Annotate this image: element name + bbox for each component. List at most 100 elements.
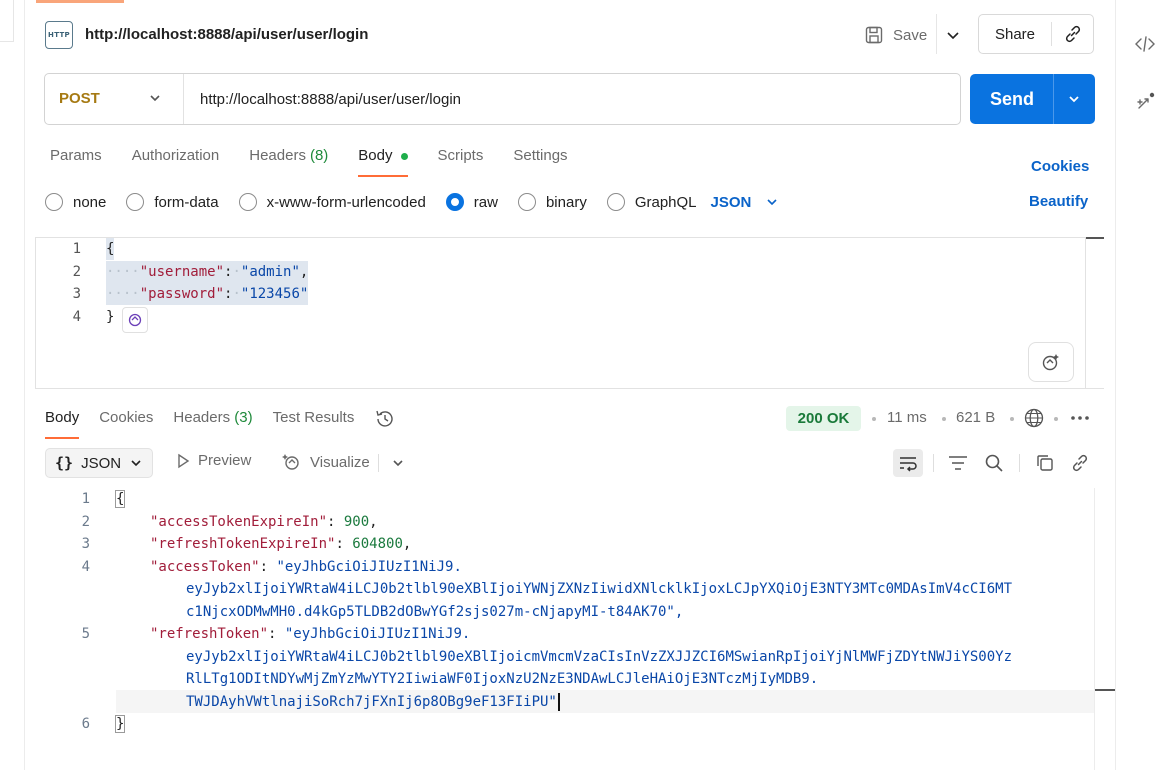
tab-response-body[interactable]: Body: [45, 409, 80, 439]
tab-response-cookies[interactable]: Cookies: [99, 409, 153, 439]
tab-label: Scripts: [437, 147, 484, 164]
mode-label: x-www-form-urlencoded: [266, 193, 426, 211]
tab-scripts[interactable]: Scripts: [438, 147, 484, 177]
copy-button[interactable]: [1030, 449, 1060, 477]
tab-label: Cookies: [99, 409, 154, 426]
globe-icon: [1024, 408, 1044, 428]
mode-raw[interactable]: raw: [445, 193, 498, 211]
code-line: ····"username":·"admin",: [106, 261, 309, 283]
chevron-down-icon: [947, 32, 959, 40]
json-value: "admin": [240, 264, 300, 280]
body-status-dot: [400, 153, 408, 160]
radio[interactable]: [45, 193, 63, 211]
visualize-button[interactable]: Visualize: [282, 452, 370, 472]
share-group: Share: [978, 14, 1094, 54]
code-line: "refreshToken": "eyJhbGciOiJIUzI1NiJ9.: [150, 626, 471, 642]
send-options-button[interactable]: [1064, 89, 1084, 112]
send-label: Send: [990, 89, 1035, 109]
tab-authorization[interactable]: Authorization: [132, 147, 220, 177]
tab-label: Authorization: [131, 147, 220, 164]
tab-label: Headers: [173, 409, 231, 426]
response-tabs: Body Cookies Headers (3) Test Results: [45, 409, 396, 439]
format-label: JSON: [710, 193, 752, 211]
ai-assist-button[interactable]: [1028, 342, 1074, 382]
tab-response-headers[interactable]: Headers (3): [173, 409, 252, 439]
response-time[interactable]: 11 ms: [887, 409, 927, 426]
request-body-editor[interactable]: [35, 237, 1104, 389]
network-info-button[interactable]: [1023, 407, 1045, 433]
mode-label: form-data: [154, 193, 219, 211]
matched-brace: }: [114, 715, 126, 733]
line-number: 1: [72, 241, 81, 257]
send-button[interactable]: Send: [970, 74, 1095, 124]
filter-icon: [949, 456, 967, 470]
response-size[interactable]: 621 B: [956, 409, 995, 426]
wrap-lines-button[interactable]: [893, 449, 923, 477]
visualize-options-button[interactable]: [383, 449, 413, 477]
request-tabs: Params Authorization Headers (8) Body Scr…: [50, 147, 568, 177]
mode-none[interactable]: none: [45, 193, 106, 211]
radio[interactable]: [606, 193, 625, 211]
body-format-select[interactable]: JSON: [711, 194, 780, 211]
code-line: ····"password":·"123456": [106, 283, 309, 305]
tab-test-results[interactable]: Test Results: [273, 409, 355, 439]
tab-headers[interactable]: Headers (8): [249, 147, 328, 177]
editor-scrollbar[interactable]: [1085, 237, 1104, 389]
json-value: 900: [343, 514, 370, 530]
history-icon: [376, 410, 394, 427]
search-button[interactable]: [979, 449, 1009, 477]
share-button[interactable]: Share: [979, 26, 1051, 43]
line-number: 6: [81, 716, 90, 732]
headers-count: (8): [309, 147, 329, 164]
code-line-wrap: eyJyb2xlIjoiYWRtaW4iLCJ0b2tlbl90eXBlIjoi…: [186, 649, 1013, 665]
json-key: "refreshToken": [150, 626, 269, 642]
mode-label: binary: [545, 193, 587, 211]
code-line: "accessTokenExpireIn": 900,: [150, 514, 378, 530]
chevron-down-icon[interactable]: [148, 91, 162, 108]
tab-params[interactable]: Params: [50, 147, 102, 177]
line-number: 2: [81, 514, 90, 530]
divider: [1053, 74, 1054, 124]
method-select[interactable]: POST: [59, 90, 100, 107]
divider: [183, 74, 184, 124]
save-button[interactable]: Save: [864, 21, 927, 49]
url-input[interactable]: http://localhost:8888/api/user/user/logi…: [200, 91, 461, 108]
history-button[interactable]: [374, 409, 396, 439]
response-format-select[interactable]: {} JSON: [45, 448, 153, 478]
link-icon: [1072, 454, 1088, 472]
line-number: 5: [81, 626, 90, 642]
json-value: 604800: [352, 536, 403, 552]
radio[interactable]: [517, 193, 536, 211]
save-options-button[interactable]: [943, 25, 963, 45]
response-scrollbar[interactable]: [1094, 488, 1115, 770]
more-options-button[interactable]: [1069, 407, 1091, 433]
sidebar-stub[interactable]: [0, 0, 14, 42]
json-key: "password": [139, 286, 225, 302]
mode-binary[interactable]: binary: [517, 193, 587, 211]
status-badge[interactable]: 200 OK: [786, 406, 861, 431]
tab-settings[interactable]: Settings: [513, 147, 567, 177]
mode-graphql[interactable]: GraphQL: [606, 193, 697, 211]
filter-button[interactable]: [943, 449, 973, 477]
tab-body[interactable]: Body: [358, 147, 408, 177]
copy-link-button[interactable]: [1052, 24, 1093, 44]
share-response-button[interactable]: [1065, 449, 1095, 477]
mode-urlencoded[interactable]: x-www-form-urlencoded: [238, 193, 426, 211]
mode-form-data[interactable]: form-data: [126, 193, 219, 211]
preview-button[interactable]: Preview: [176, 452, 251, 469]
code-line: }: [106, 309, 115, 325]
code-icon[interactable]: [1133, 32, 1157, 56]
more-icon: [1071, 416, 1089, 420]
radio[interactable]: [126, 193, 145, 211]
ai-suggest-button[interactable]: [122, 307, 148, 333]
cookies-link[interactable]: Cookies: [1031, 158, 1089, 175]
request-title[interactable]: http://localhost:8888/api/user/user/logi…: [85, 26, 368, 43]
radio[interactable]: [238, 193, 257, 211]
separator-dot: [1010, 417, 1014, 421]
mode-label: none: [73, 193, 107, 211]
magic-icon[interactable]: [1133, 90, 1157, 114]
beautify-link[interactable]: Beautify: [1029, 193, 1088, 210]
tab-label: Body: [45, 409, 80, 426]
radio-selected[interactable]: [445, 193, 464, 211]
left-gutter: [0, 0, 25, 770]
